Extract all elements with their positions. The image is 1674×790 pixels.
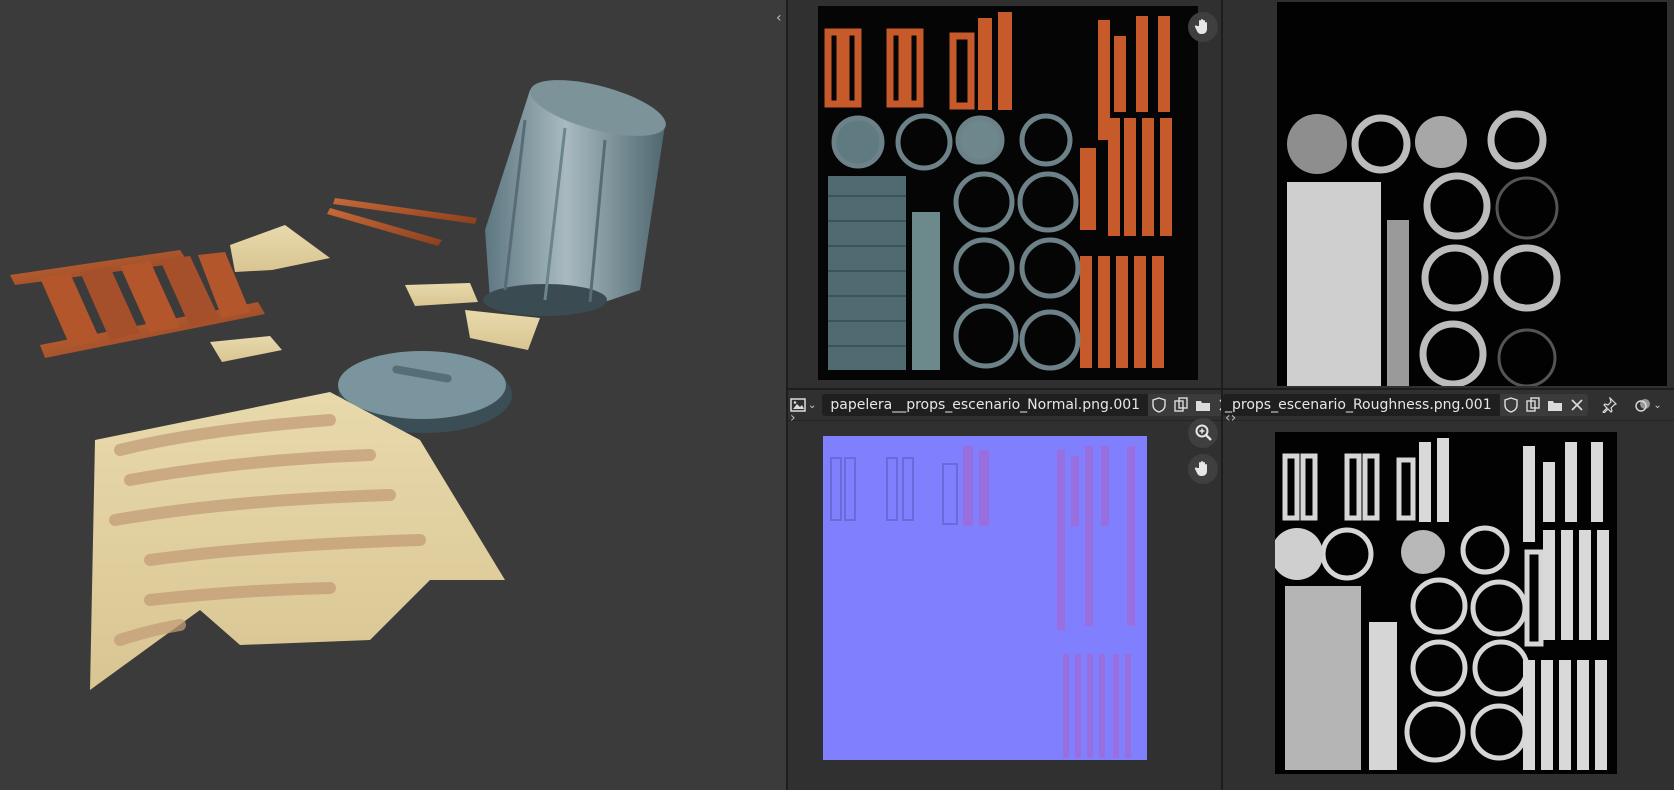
pin-image-button[interactable] <box>1598 394 1620 416</box>
hand-icon <box>1194 461 1207 476</box>
pan-view-button-normal[interactable] <box>1188 454 1218 484</box>
hand-icon <box>1194 19 1207 34</box>
zoom-icon <box>1195 424 1212 441</box>
image-editor-normal[interactable]: ⌄ papelera__props_escenario_Normal.png.0… <box>788 390 1221 790</box>
texture-roughness <box>1275 432 1617 774</box>
zoom-view-button[interactable] <box>1188 418 1218 448</box>
overlay-toggle-button[interactable]: ⌄ <box>1632 394 1666 416</box>
unlink-image-button[interactable] <box>1214 394 1221 416</box>
image-datablock-buttons-roughness <box>1499 394 1588 416</box>
texture-metallic <box>1277 2 1667 386</box>
image-editor-roughness[interactable]: _props_escenario_Roughness.png.001 ⌄ ‹› <box>1223 390 1674 790</box>
texture-normal <box>823 436 1147 760</box>
image-editor-header-roughness: _props_escenario_Roughness.png.001 ⌄ <box>1223 390 1674 421</box>
overlay-icon <box>1635 399 1651 412</box>
fake-user-button[interactable] <box>1500 394 1522 416</box>
collapse-left-arrow-icon[interactable]: ‹ <box>776 10 782 26</box>
close-icon <box>1219 399 1221 411</box>
copy-icon <box>1525 397 1540 412</box>
folder-icon <box>1196 401 1211 411</box>
paper-sheet-model <box>90 392 505 690</box>
expand-right-arrow-icon[interactable]: › <box>790 410 796 426</box>
image-name-field-roughness[interactable]: _props_escenario_Roughness.png.001 <box>1223 394 1500 416</box>
image-editor-base-color[interactable] <box>788 0 1221 388</box>
pan-view-button[interactable] <box>1188 12 1218 42</box>
open-image-button[interactable] <box>1544 394 1566 416</box>
shield-icon <box>1503 397 1518 413</box>
image-editor-header-normal: ⌄ papelera__props_escenario_Normal.png.0… <box>788 390 1221 421</box>
unlink-image-button[interactable] <box>1566 394 1588 416</box>
copy-icon <box>1174 397 1188 412</box>
pin-icon <box>1601 397 1617 413</box>
image-datablock-buttons-normal <box>1148 394 1221 416</box>
chevron-down-icon: ⌄ <box>1653 399 1662 411</box>
texture-base-color <box>818 6 1198 380</box>
shield-icon <box>1152 397 1166 413</box>
image-name-field-normal[interactable]: papelera__props_escenario_Normal.png.001 <box>822 394 1149 416</box>
duplicate-image-button[interactable] <box>1170 394 1192 416</box>
3d-viewport[interactable]: ‹ <box>0 0 786 790</box>
resize-arrows-icon[interactable]: ‹› <box>1225 410 1236 426</box>
open-image-button[interactable] <box>1192 394 1214 416</box>
viewport-scene <box>10 80 666 690</box>
planks-model <box>327 198 477 246</box>
duplicate-image-button[interactable] <box>1522 394 1544 416</box>
chevron-down-icon: ⌄ <box>808 399 817 411</box>
folder-icon <box>1547 401 1562 411</box>
fake-user-button[interactable] <box>1148 394 1170 416</box>
image-editor-metallic[interactable] <box>1223 0 1674 388</box>
close-icon <box>1571 399 1583 411</box>
trash-can-model <box>483 80 666 316</box>
